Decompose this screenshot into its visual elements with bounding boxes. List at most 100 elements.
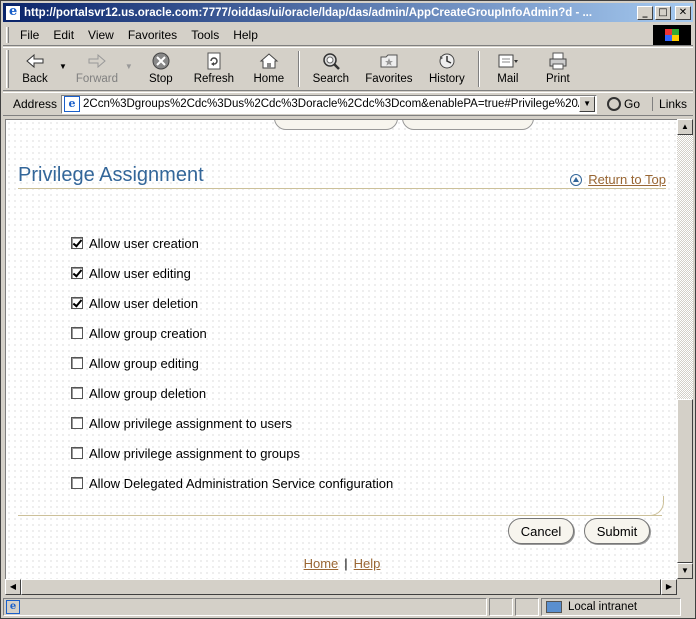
stop-button[interactable]: Stop xyxy=(137,48,185,90)
menu-tools[interactable]: Tools xyxy=(184,28,226,42)
search-label: Search xyxy=(312,73,350,85)
address-input[interactable]: e 2Ccn%3Dgroups%2Cdc%3Dus%2Cdc%3Doracle%… xyxy=(61,94,598,114)
search-icon xyxy=(320,51,342,71)
vertical-scroll-thumb[interactable] xyxy=(677,399,693,563)
refresh-button[interactable]: Refresh xyxy=(185,48,243,90)
toolbar-grip[interactable] xyxy=(6,50,9,88)
return-to-top-link[interactable]: Return to Top xyxy=(588,172,666,187)
cancel-button[interactable]: Cancel xyxy=(508,518,574,544)
maximize-button[interactable]: □ xyxy=(655,5,671,20)
stop-label: Stop xyxy=(149,73,173,85)
checkbox[interactable] xyxy=(71,327,83,339)
horizontal-scrollbar[interactable]: ◀ ▶ xyxy=(5,579,677,595)
links-button[interactable]: Links xyxy=(652,97,687,111)
checkbox[interactable] xyxy=(71,297,83,309)
checkbox[interactable] xyxy=(71,237,83,249)
status-panel xyxy=(515,598,539,616)
privilege-item[interactable]: Allow user deletion xyxy=(71,288,393,318)
privilege-item[interactable]: Allow user editing xyxy=(71,258,393,288)
privilege-label: Allow user editing xyxy=(89,265,191,281)
footer-help-link[interactable]: Help xyxy=(354,556,381,571)
home-button[interactable]: Home xyxy=(243,48,295,90)
privilege-item[interactable]: Allow privilege assignment to users xyxy=(71,408,393,438)
section-divider xyxy=(18,188,666,189)
search-button[interactable]: Search xyxy=(303,48,359,90)
checkbox[interactable] xyxy=(71,447,83,459)
privilege-item[interactable]: Allow Delegated Administration Service c… xyxy=(71,468,393,498)
back-dropdown-icon[interactable]: ▼ xyxy=(59,62,67,71)
mail-label: Mail xyxy=(497,73,519,85)
address-dropdown-icon[interactable]: ▼ xyxy=(579,96,596,112)
print-button[interactable]: Print xyxy=(533,48,583,90)
partial-button-above[interactable] xyxy=(274,120,398,130)
partial-button-above[interactable] xyxy=(402,120,534,130)
page-icon: e xyxy=(64,96,81,112)
minimize-button[interactable]: _ xyxy=(637,5,653,20)
favorites-button[interactable]: Favorites xyxy=(359,48,419,90)
checkbox[interactable] xyxy=(71,357,83,369)
print-label: Print xyxy=(546,73,570,85)
menu-file[interactable]: File xyxy=(13,28,46,42)
checkbox[interactable] xyxy=(71,387,83,399)
privilege-item[interactable]: Allow privilege assignment to groups xyxy=(71,438,393,468)
menu-edit[interactable]: Edit xyxy=(46,28,81,42)
submit-button[interactable]: Submit xyxy=(584,518,650,544)
content-viewport: Privilege Assignment Return to Top Allow… xyxy=(5,119,677,579)
scroll-down-icon[interactable]: ▼ xyxy=(677,563,693,579)
window-title: http://portalsvr12.us.oracle.com:7777/oi… xyxy=(24,6,593,19)
privilege-label: Allow group editing xyxy=(89,355,199,371)
footer-home-link[interactable]: Home xyxy=(304,556,339,571)
history-button[interactable]: History xyxy=(419,48,475,90)
privilege-item[interactable]: Allow user creation xyxy=(71,228,393,258)
home-icon xyxy=(258,51,280,71)
scroll-left-icon[interactable]: ◀ xyxy=(5,579,21,595)
intranet-zone-icon xyxy=(546,601,562,613)
forward-button[interactable]: Forward xyxy=(71,48,123,90)
scroll-right-icon[interactable]: ▶ xyxy=(661,579,677,595)
back-arrow-icon xyxy=(24,51,46,71)
close-button[interactable]: ✕ xyxy=(675,5,691,20)
windows-logo-icon xyxy=(653,25,691,45)
home-label: Home xyxy=(253,73,285,85)
privilege-item[interactable]: Allow group deletion xyxy=(71,378,393,408)
printer-icon xyxy=(547,51,569,71)
scroll-up-icon[interactable]: ▲ xyxy=(677,119,693,135)
refresh-icon xyxy=(203,51,225,71)
menu-grip[interactable] xyxy=(6,26,9,43)
menu-help[interactable]: Help xyxy=(226,28,265,42)
forward-dropdown-icon[interactable]: ▼ xyxy=(125,62,133,71)
bottom-divider xyxy=(18,515,662,516)
mail-button[interactable]: Mail xyxy=(483,48,533,90)
go-label: Go xyxy=(624,97,641,111)
status-panel xyxy=(489,598,513,616)
security-zone: Local intranet xyxy=(541,598,681,616)
privilege-label: Allow user deletion xyxy=(89,295,199,311)
menu-bar: File Edit View Favorites Tools Help xyxy=(3,24,693,46)
back-button[interactable]: Back xyxy=(13,48,57,90)
toolbar-separator xyxy=(477,51,480,87)
checkbox[interactable] xyxy=(71,417,83,429)
standard-toolbar: Back ▼ Forward ▼ Stop Refresh Home Searc… xyxy=(3,47,693,91)
status-bar: e Local intranet xyxy=(3,597,693,617)
menu-view[interactable]: View xyxy=(81,28,121,42)
privilege-item[interactable]: Allow group editing xyxy=(71,348,393,378)
horizontal-scroll-thumb[interactable] xyxy=(21,579,661,595)
stop-icon xyxy=(150,51,172,71)
vertical-scrollbar[interactable]: ▲ ▼ xyxy=(677,119,693,579)
privilege-label: Allow privilege assignment to users xyxy=(89,415,293,431)
privilege-label: Allow privilege assignment to groups xyxy=(89,445,300,461)
checkbox[interactable] xyxy=(71,477,83,489)
menu-favorites[interactable]: Favorites xyxy=(121,28,184,42)
title-bar[interactable]: http://portalsvr12.us.oracle.com:7777/oi… xyxy=(3,3,693,22)
refresh-label: Refresh xyxy=(193,73,234,85)
checkbox[interactable] xyxy=(71,267,83,279)
address-url[interactable]: 2Ccn%3Dgroups%2Cdc%3Dus%2Cdc%3Doracle%2C… xyxy=(83,98,579,110)
privilege-label: Allow group deletion xyxy=(89,385,207,401)
go-button[interactable]: Go xyxy=(607,97,640,111)
page-body: Privilege Assignment Return to Top Allow… xyxy=(6,120,677,579)
scrollbar-corner xyxy=(677,579,693,595)
back-label: Back xyxy=(22,73,48,85)
section-corner xyxy=(646,496,664,516)
privilege-item[interactable]: Allow group creation xyxy=(71,318,393,348)
return-to-top[interactable]: Return to Top xyxy=(570,172,666,187)
